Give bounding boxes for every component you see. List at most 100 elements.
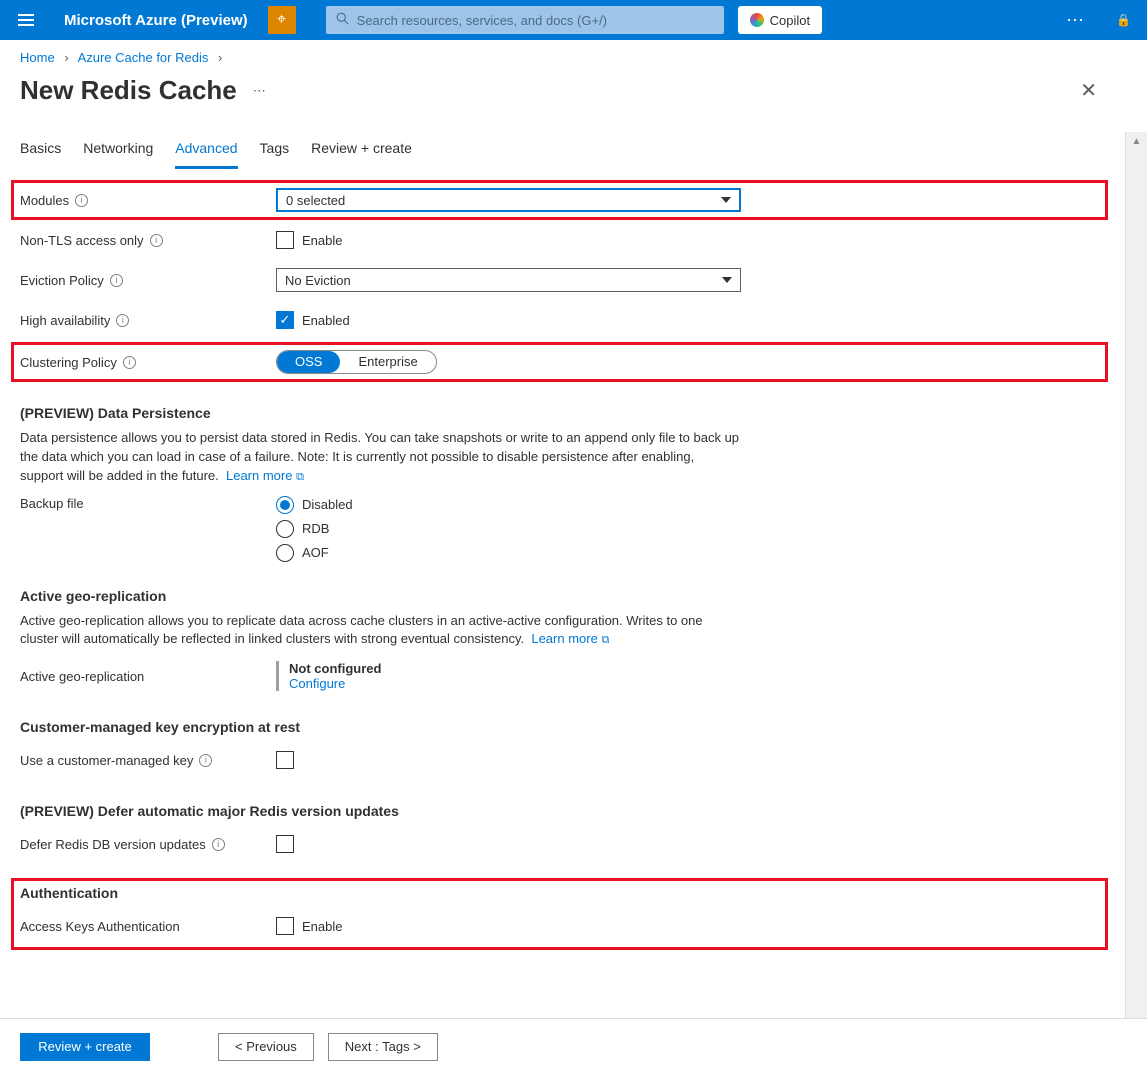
auth-title: Authentication — [20, 885, 1099, 901]
page-title: New Redis Cache — [20, 75, 237, 106]
copilot-icon — [750, 13, 764, 27]
auth-section: Authentication Access Keys Authenticatio… — [14, 881, 1105, 947]
nontls-cb-label: Enable — [302, 233, 342, 248]
backup-row: Backup file Disabled RDB AOF — [20, 496, 1105, 562]
geo-title: Active geo-replication — [20, 588, 1105, 604]
eviction-select[interactable]: No Eviction — [276, 268, 741, 292]
cluster-label: Clustering Policy — [20, 355, 117, 370]
breadcrumb-home[interactable]: Home — [20, 50, 55, 65]
cluster-policy-toggle[interactable]: OSS Enterprise — [276, 350, 437, 374]
modules-value: 0 selected — [286, 193, 345, 208]
cmk-label: Use a customer-managed key — [20, 753, 193, 768]
info-icon[interactable]: i — [110, 274, 123, 287]
chevron-down-icon — [721, 197, 731, 203]
breadcrumb: Home › Azure Cache for Redis › — [0, 40, 1147, 71]
review-create-button[interactable]: Review + create — [20, 1033, 150, 1061]
nontls-row: Non-TLS access only i Enable — [20, 223, 1105, 257]
scroll-up-icon[interactable]: ▲ — [1126, 132, 1147, 152]
next-button[interactable]: Next : Tags > — [328, 1033, 438, 1061]
cluster-oss[interactable]: OSS — [277, 351, 340, 373]
info-icon[interactable]: i — [123, 356, 136, 369]
nontls-label: Non-TLS access only — [20, 233, 144, 248]
auth-checkbox[interactable] — [276, 917, 294, 935]
wizard-footer: Review + create < Previous Next : Tags > — [0, 1018, 1147, 1074]
external-link-icon: ⧉ — [601, 634, 609, 646]
geo-learn-link[interactable]: Learn more ⧉ — [531, 631, 609, 646]
preview-bug-icon[interactable]: ⌖ — [268, 6, 296, 34]
backup-label: Backup file — [20, 496, 276, 511]
eviction-value: No Eviction — [285, 273, 351, 288]
scrollbar[interactable]: ▲ — [1125, 132, 1147, 1018]
eviction-label: Eviction Policy — [20, 273, 104, 288]
copilot-button[interactable]: Copilot — [738, 6, 822, 34]
geo-configure-link[interactable]: Configure — [289, 676, 345, 691]
info-icon[interactable]: i — [150, 234, 163, 247]
defer-row: Defer Redis DB version updates i — [20, 827, 1105, 861]
modules-label: Modules — [20, 193, 69, 208]
title-bar: New Redis Cache ⋯ ✕ — [0, 71, 1147, 120]
previous-button[interactable]: < Previous — [218, 1033, 314, 1061]
auth-cb-label: Enable — [302, 919, 342, 934]
hamburger-icon[interactable] — [8, 2, 44, 38]
backup-rdb-option[interactable]: RDB — [276, 520, 353, 538]
chevron-down-icon — [722, 277, 732, 283]
auth-label: Access Keys Authentication — [20, 919, 276, 934]
nontls-checkbox[interactable] — [276, 231, 294, 249]
ha-label: High availability — [20, 313, 110, 328]
brand-label: Microsoft Azure (Preview) — [64, 12, 248, 29]
modules-select[interactable]: 0 selected — [276, 188, 741, 212]
chevron-right-icon: › — [218, 50, 222, 65]
persistence-title: (PREVIEW) Data Persistence — [20, 405, 1105, 421]
cmk-title: Customer-managed key encryption at rest — [20, 719, 1105, 735]
lock-icon: 🔒 — [1116, 13, 1131, 27]
defer-label: Defer Redis DB version updates — [20, 837, 206, 852]
search-placeholder: Search resources, services, and docs (G+… — [357, 13, 607, 28]
info-icon[interactable]: i — [75, 194, 88, 207]
cmk-row: Use a customer-managed key i — [20, 743, 1105, 777]
global-search-input[interactable]: Search resources, services, and docs (G+… — [326, 6, 724, 34]
radio-icon[interactable] — [276, 520, 294, 538]
external-link-icon: ⧉ — [296, 471, 304, 483]
backup-disabled-label: Disabled — [302, 497, 353, 512]
tab-advanced[interactable]: Advanced — [175, 132, 237, 169]
geo-row: Active geo-replication Not configured Co… — [20, 659, 1105, 693]
info-icon[interactable]: i — [116, 314, 129, 327]
persistence-learn-link[interactable]: Learn more ⧉ — [226, 468, 304, 483]
backup-aof-option[interactable]: AOF — [276, 544, 353, 562]
backup-aof-label: AOF — [302, 545, 329, 560]
radio-icon[interactable] — [276, 496, 294, 514]
breadcrumb-parent[interactable]: Azure Cache for Redis — [78, 50, 209, 65]
defer-checkbox[interactable] — [276, 835, 294, 853]
form-scroll-area: Basics Networking Advanced Tags Review +… — [0, 132, 1125, 1018]
tab-tags[interactable]: Tags — [260, 132, 290, 169]
azure-topbar: Microsoft Azure (Preview) ⌖ Search resou… — [0, 0, 1147, 40]
geo-status: Not configured — [289, 661, 381, 676]
geo-status-block: Not configured Configure — [276, 661, 381, 691]
title-more-icon[interactable]: ⋯ — [253, 83, 268, 99]
tab-review[interactable]: Review + create — [311, 132, 412, 169]
info-icon[interactable]: i — [199, 754, 212, 767]
modules-row: Modules i 0 selected — [14, 183, 1105, 217]
close-icon[interactable]: ✕ — [1080, 78, 1097, 103]
info-icon[interactable]: i — [212, 838, 225, 851]
persistence-desc-text: Data persistence allows you to persist d… — [20, 430, 739, 483]
geo-label: Active geo-replication — [20, 669, 276, 684]
copilot-label: Copilot — [770, 13, 810, 28]
backup-disabled-option[interactable]: Disabled — [276, 496, 353, 514]
radio-icon[interactable] — [276, 544, 294, 562]
persistence-desc: Data persistence allows you to persist d… — [20, 429, 740, 486]
defer-title: (PREVIEW) Defer automatic major Redis ve… — [20, 803, 1105, 819]
geo-desc: Active geo-replication allows you to rep… — [20, 612, 740, 650]
more-icon[interactable]: ⋯ — [1066, 10, 1086, 31]
ha-cb-label: Enabled — [302, 313, 350, 328]
ha-checkbox[interactable]: ✓ — [276, 311, 294, 329]
auth-row: Access Keys Authentication Enable — [20, 909, 1099, 943]
search-icon — [336, 12, 349, 28]
tab-networking[interactable]: Networking — [83, 132, 153, 169]
cluster-enterprise[interactable]: Enterprise — [340, 351, 435, 373]
tab-basics[interactable]: Basics — [20, 132, 61, 169]
backup-rdb-label: RDB — [302, 521, 329, 536]
cmk-checkbox[interactable] — [276, 751, 294, 769]
tab-bar: Basics Networking Advanced Tags Review +… — [20, 132, 1105, 169]
ha-row: High availability i ✓ Enabled — [20, 303, 1105, 337]
